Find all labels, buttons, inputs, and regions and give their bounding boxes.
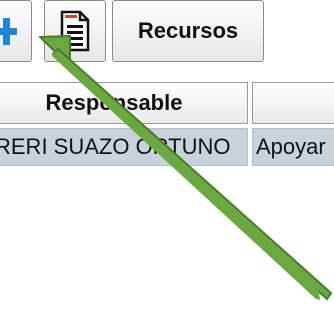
column-header-responsable[interactable]: Responsable <box>0 82 248 124</box>
table-cell-responsable[interactable]: RERI SUAZO ORTUNO <box>0 128 248 166</box>
app-window: Recursos Responsable RERI SUAZO ORTUNO A… <box>0 0 334 311</box>
add-button[interactable] <box>0 0 32 62</box>
recursos-button[interactable]: Recursos <box>112 0 264 62</box>
document-button[interactable] <box>44 0 106 62</box>
plus-icon <box>0 18 17 45</box>
column-header-next[interactable] <box>252 82 334 124</box>
recursos-label: Recursos <box>137 18 239 43</box>
document-icon <box>60 10 90 52</box>
table-cell-description[interactable]: Apoyar <box>252 128 334 166</box>
